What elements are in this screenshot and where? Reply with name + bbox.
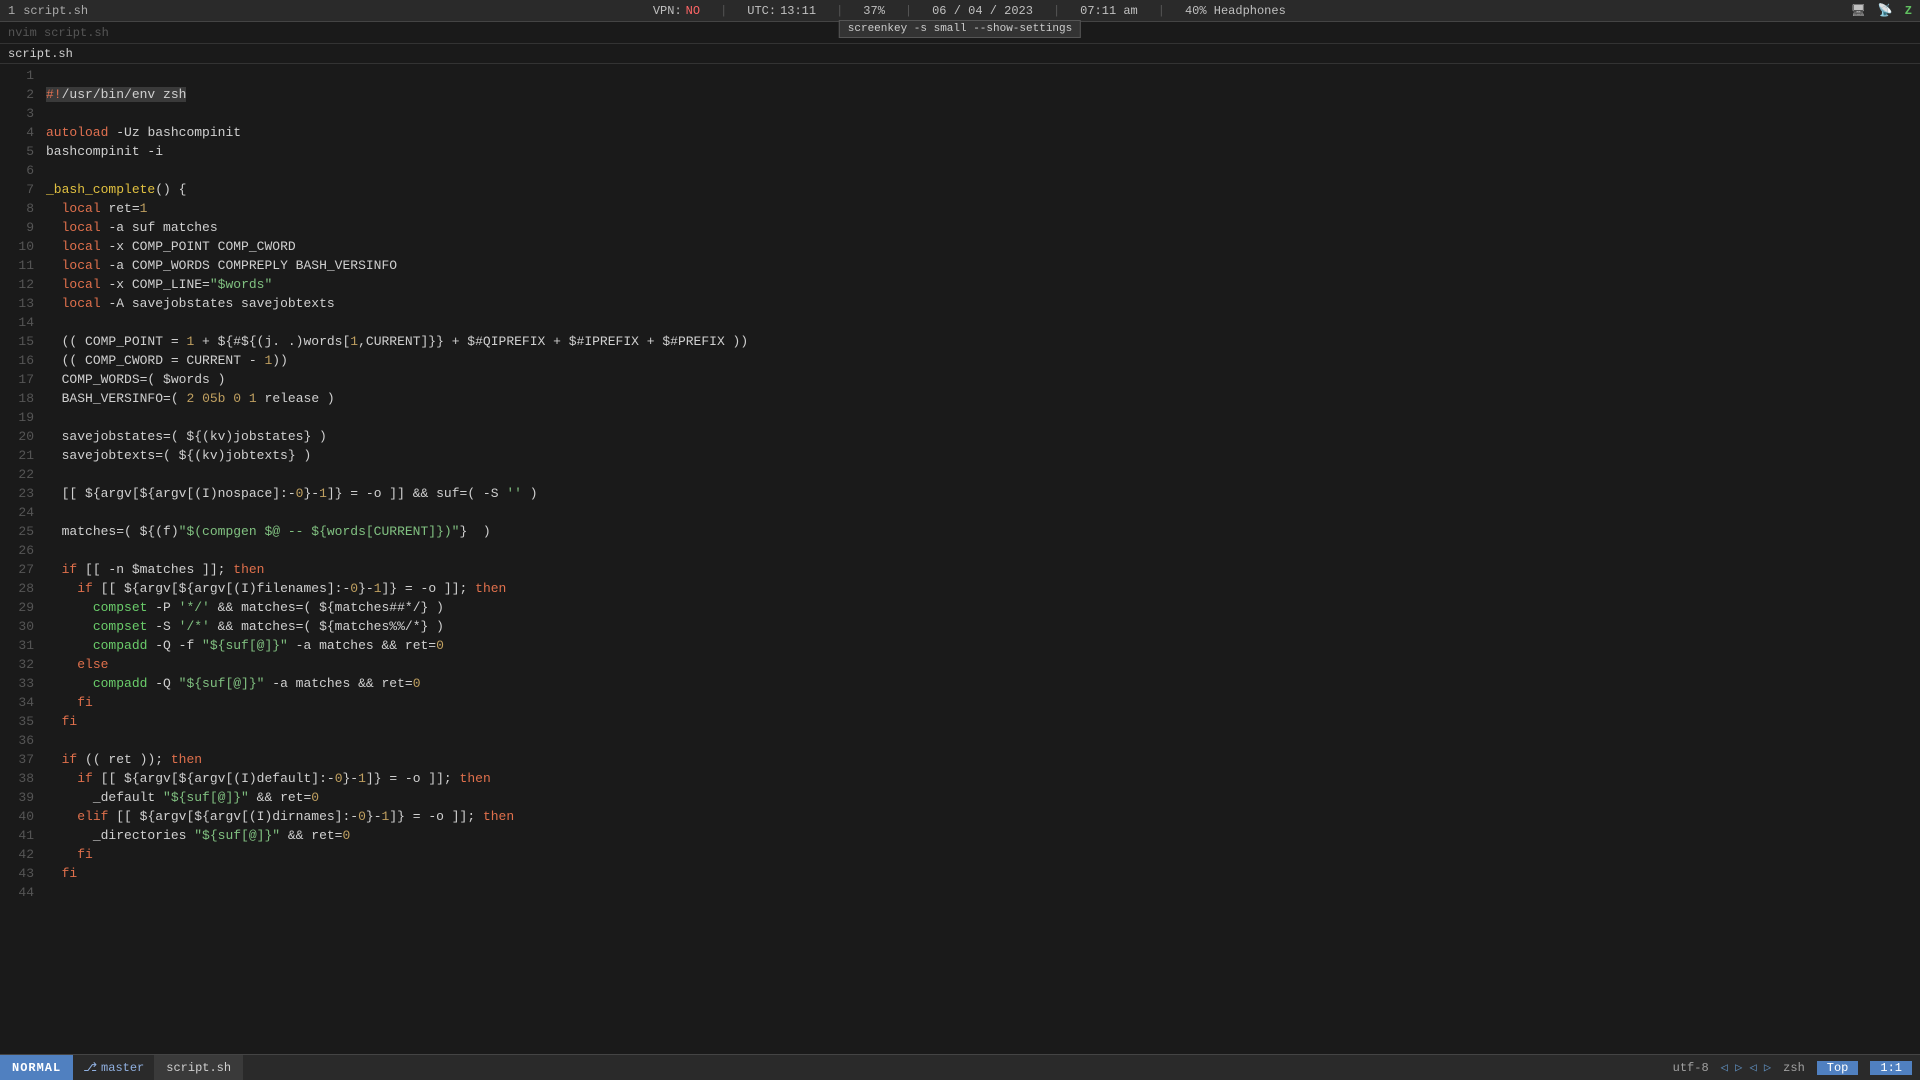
encoding: utf-8 <box>1673 1061 1709 1075</box>
file-ref: script.sh <box>23 4 88 18</box>
date: 06 / 04 / 2023 <box>932 4 1033 18</box>
time: 07:11 am <box>1080 4 1138 18</box>
vpn-value: NO <box>686 4 700 18</box>
bottom-right-info: utf-8 ◁ ▷ ◁ ▷ zsh Top 1:1 <box>1673 1060 1920 1075</box>
tab-title: script.sh <box>8 47 73 61</box>
line-numbers: 1 2 3 4 5 6 7 8 9 10 11 12 13 14 15 16 1… <box>0 64 42 1054</box>
editor-area[interactable]: 1 2 3 4 5 6 7 8 9 10 11 12 13 14 15 16 1… <box>0 64 1920 1054</box>
top-bar-right-icons: 🖥 📡 Z <box>1851 3 1912 18</box>
top-status-bar: 1 script.sh VPN: NO | UTC: 13:11 | 37% |… <box>0 0 1920 22</box>
z-icon: Z <box>1905 4 1912 18</box>
volume: 40% Headphones <box>1185 4 1286 18</box>
filetype: zsh <box>1783 1061 1805 1075</box>
nav-arrows: ◁ ▷ ◁ ▷ <box>1721 1060 1772 1075</box>
branch-name: master <box>101 1061 144 1075</box>
nvim-label: nvim script.sh <box>8 26 109 40</box>
screenkey-popup: screenkey -s small --show-settings <box>839 20 1081 38</box>
branch-icon: ⎇ <box>83 1060 97 1075</box>
code-content[interactable]: #!/usr/bin/env zsh autoload -Uz bashcomp… <box>42 64 1920 1054</box>
vpn-status: VPN: NO <box>653 4 700 18</box>
battery: 37% <box>863 4 885 18</box>
monitor-icon: 🖥 <box>1851 3 1866 18</box>
vim-mode: NORMAL <box>0 1055 73 1080</box>
bottom-status-bar: NORMAL ⎇ master script.sh utf-8 ◁ ▷ ◁ ▷ … <box>0 1054 1920 1080</box>
line-col: 1:1 <box>1870 1061 1912 1075</box>
filename-tab: script.sh <box>154 1055 243 1080</box>
network-icon: 📡 <box>1878 3 1893 18</box>
utc-time: UTC: 13:11 <box>747 4 816 18</box>
git-branch: ⎇ master <box>73 1060 154 1075</box>
scroll-position: Top <box>1817 1061 1859 1075</box>
window-number: 1 <box>8 4 15 18</box>
top-bar-center: VPN: NO | UTC: 13:11 | 37% | 06 / 04 / 2… <box>88 4 1851 18</box>
